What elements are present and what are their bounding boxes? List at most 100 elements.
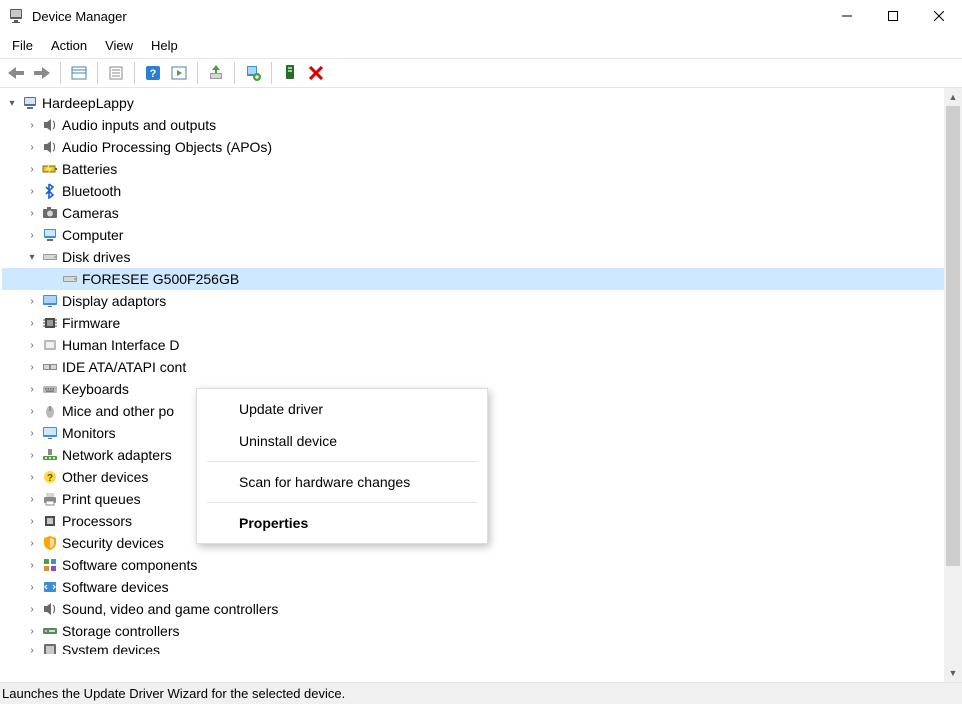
battery-icon [42, 161, 58, 177]
tree-node-label: Network adapters [62, 447, 172, 463]
tree-category[interactable]: ›System devices [2, 642, 944, 654]
tree-category[interactable]: ›Software components [2, 554, 944, 576]
menu-help[interactable]: Help [143, 36, 186, 55]
tree-category[interactable]: › Bluetooth [2, 180, 944, 202]
tree-node-label: Batteries [62, 161, 117, 177]
scroll-down-arrow[interactable]: ▼ [946, 666, 960, 680]
tree-node-label: Print queues [62, 491, 141, 507]
back-button[interactable] [4, 61, 28, 85]
chevron-right-icon[interactable]: › [24, 447, 40, 463]
cm-update-driver[interactable]: Update driver [197, 393, 487, 425]
cm-separator [207, 502, 477, 503]
chevron-right-icon[interactable]: › [24, 117, 40, 133]
chevron-right-icon[interactable]: › [24, 403, 40, 419]
tree-node-label: Storage controllers [62, 623, 180, 639]
tree-node-label: Mice and other po [62, 403, 174, 419]
chevron-right-icon[interactable]: › [24, 183, 40, 199]
title-bar: Device Manager [0, 0, 962, 32]
vertical-scrollbar[interactable]: ▲ ▼ [944, 88, 962, 682]
tree-node-label: Firmware [62, 315, 120, 331]
help-icon[interactable]: ? [141, 61, 165, 85]
chevron-right-icon[interactable]: › [24, 513, 40, 529]
cm-properties[interactable]: Properties [197, 507, 487, 539]
chevron-right-icon[interactable]: › [24, 161, 40, 177]
chevron-right-icon[interactable]: › [24, 469, 40, 485]
forward-button[interactable] [30, 61, 54, 85]
tree-category[interactable]: ▾Disk drives [2, 246, 944, 268]
tree-category[interactable]: ›Computer [2, 224, 944, 246]
chevron-right-icon[interactable]: › [24, 315, 40, 331]
chevron-right-icon[interactable]: › [24, 642, 40, 654]
tree-category[interactable]: › Storage controllers [2, 620, 944, 642]
scroll-thumb[interactable] [946, 106, 960, 566]
show-hidden-icon[interactable] [67, 61, 91, 85]
uninstall-icon[interactable] [241, 61, 265, 85]
scan-icon[interactable] [278, 61, 302, 85]
chevron-right-icon[interactable]: › [24, 359, 40, 375]
disk-icon [62, 271, 78, 287]
update-driver-icon[interactable] [204, 61, 228, 85]
tree-node-label: Keyboards [62, 381, 129, 397]
chevron-right-icon[interactable]: › [24, 139, 40, 155]
tree-root[interactable]: ▾ HardeepLappy [2, 92, 944, 114]
close-button[interactable] [916, 0, 962, 32]
chevron-down-icon[interactable]: ▾ [4, 95, 20, 111]
chevron-right-icon[interactable]: › [24, 579, 40, 595]
cm-scan-hardware[interactable]: Scan for hardware changes [197, 466, 487, 498]
chevron-down-icon[interactable]: ▾ [24, 249, 40, 265]
window-title: Device Manager [32, 9, 127, 24]
tree-category[interactable]: ›Software devices [2, 576, 944, 598]
tree-category[interactable]: › Firmware [2, 312, 944, 334]
tree-category[interactable]: › Batteries [2, 158, 944, 180]
tree-category[interactable]: ›Sound, video and game controllers [2, 598, 944, 620]
tree-category[interactable]: › Audio Processing Objects (APOs) [2, 136, 944, 158]
remove-icon[interactable] [304, 61, 328, 85]
cpu-icon [42, 513, 58, 529]
computer-icon [22, 95, 38, 111]
menu-view[interactable]: View [97, 36, 141, 55]
tree-node-label: Monitors [62, 425, 116, 441]
tree-category[interactable]: ›Audio inputs and outputs [2, 114, 944, 136]
component-icon [42, 557, 58, 573]
firmware-icon [42, 315, 58, 331]
status-text: Launches the Update Driver Wizard for th… [2, 686, 345, 701]
chevron-right-icon[interactable]: › [24, 557, 40, 573]
minimize-button[interactable] [824, 0, 870, 32]
cm-uninstall-device[interactable]: Uninstall device [197, 425, 487, 457]
chevron-right-icon[interactable]: › [24, 205, 40, 221]
tree-category[interactable]: ›IDE ATA/ATAPI cont [2, 356, 944, 378]
status-bar: Launches the Update Driver Wizard for th… [0, 682, 962, 704]
camera-icon [42, 205, 58, 221]
chevron-right-icon[interactable]: › [24, 601, 40, 617]
chevron-right-icon[interactable]: › [24, 293, 40, 309]
menu-action[interactable]: Action [43, 36, 95, 55]
cm-separator [207, 461, 477, 462]
chevron-right-icon[interactable]: › [24, 491, 40, 507]
toolbar-separator [234, 62, 235, 84]
scroll-up-arrow[interactable]: ▲ [946, 90, 960, 104]
chevron-right-icon[interactable]: › [24, 227, 40, 243]
speaker-icon [42, 601, 58, 617]
tree-device[interactable]: FORESEE G500F256GB [2, 268, 944, 290]
tree-category[interactable]: ›Human Interface D [2, 334, 944, 356]
mouse-icon [42, 403, 58, 419]
playlist-icon[interactable] [167, 61, 191, 85]
tree-node-label: Bluetooth [62, 183, 121, 199]
toolbar: ? [0, 58, 962, 88]
chevron-right-icon[interactable]: › [24, 337, 40, 353]
chevron-right-icon[interactable]: › [24, 425, 40, 441]
properties-icon[interactable] [104, 61, 128, 85]
context-menu: Update driver Uninstall device Scan for … [196, 388, 488, 544]
tree-node-label: Audio Processing Objects (APOs) [62, 139, 272, 155]
chevron-right-icon[interactable]: › [24, 535, 40, 551]
maximize-button[interactable] [870, 0, 916, 32]
tree-category[interactable]: ›Display adaptors [2, 290, 944, 312]
svg-text:?: ? [47, 473, 53, 484]
tree-category[interactable]: ›Cameras [2, 202, 944, 224]
tree-node-label: HardeepLappy [42, 95, 134, 111]
device-tree[interactable]: ▾ HardeepLappy ›Audio inputs and outputs… [0, 88, 944, 682]
chevron-right-icon[interactable]: › [24, 381, 40, 397]
chevron-right-icon[interactable]: › [24, 623, 40, 639]
disk-icon [42, 249, 58, 265]
menu-file[interactable]: File [4, 36, 41, 55]
